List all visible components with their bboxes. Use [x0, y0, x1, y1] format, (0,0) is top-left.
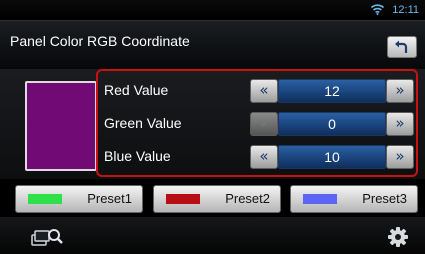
back-button[interactable] — [387, 36, 417, 58]
status-bar: 12:11 — [0, 0, 425, 20]
red-value-row: Red Value « 12 » — [98, 74, 416, 106]
red-value-field[interactable]: 12 — [278, 79, 386, 103]
preset1-label: Preset1 — [87, 191, 132, 206]
preset2-label: Preset2 — [225, 191, 270, 206]
bottom-bar — [0, 217, 425, 254]
green-value-field[interactable]: 0 — [278, 112, 386, 136]
page-title: Panel Color RGB Coordinate — [10, 33, 190, 49]
preset1-button[interactable]: Preset1 — [15, 185, 143, 213]
preset3-button[interactable]: Preset3 — [290, 185, 418, 213]
view-search-icon[interactable] — [31, 226, 65, 248]
preset3-color-chip — [303, 194, 337, 204]
clock: 12:11 — [392, 4, 419, 16]
red-value-label: Red Value — [104, 82, 169, 98]
red-decrease-button[interactable]: « — [250, 79, 278, 103]
settings-gear-icon[interactable] — [387, 226, 409, 248]
preset2-button[interactable]: Preset2 — [153, 185, 281, 213]
green-value-label: Green Value — [104, 115, 182, 131]
red-increase-button[interactable]: » — [386, 79, 414, 103]
green-decrease-button[interactable]: « — [250, 112, 278, 136]
preset1-color-chip — [28, 194, 62, 204]
blue-value-field[interactable]: 10 — [278, 145, 386, 169]
blue-value-label: Blue Value — [104, 148, 171, 164]
preset-bar: Preset1 Preset2 Preset3 — [0, 182, 425, 215]
blue-increase-button[interactable]: » — [386, 145, 414, 169]
preset3-label: Preset3 — [362, 191, 407, 206]
rgb-editor: Red Value « 12 » Green Value « 0 » Blue … — [0, 69, 425, 179]
back-arrow-icon — [395, 40, 408, 53]
blue-decrease-button[interactable]: « — [250, 145, 278, 169]
color-preview-swatch — [25, 81, 97, 171]
rgb-value-panel: Red Value « 12 » Green Value « 0 » Blue … — [96, 69, 418, 177]
blue-value-row: Blue Value « 10 » — [98, 140, 416, 172]
preset2-color-chip — [166, 194, 200, 204]
green-increase-button[interactable]: » — [386, 112, 414, 136]
title-bar: Panel Color RGB Coordinate — [0, 20, 425, 70]
green-value-row: Green Value « 0 » — [98, 107, 416, 139]
wifi-icon — [371, 4, 384, 15]
